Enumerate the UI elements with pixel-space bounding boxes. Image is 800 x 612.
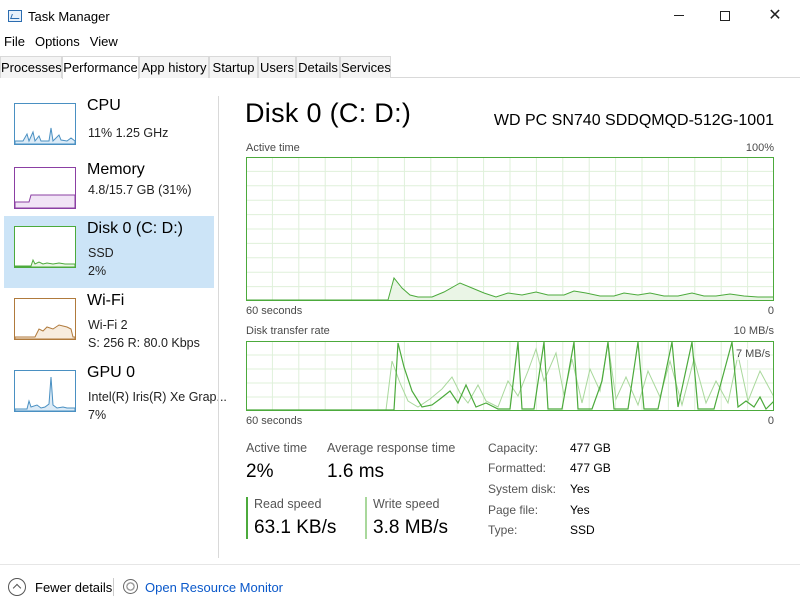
active-time-value: 2%	[246, 461, 274, 482]
fewer-details-button[interactable]: Fewer details	[35, 580, 112, 595]
page-file-label: Page file:	[488, 503, 539, 517]
transfer-rate-secondary-label: 7 MB/s	[736, 348, 771, 360]
read-speed-label: Read speed	[254, 497, 322, 511]
gpu-thumbnail-graph	[14, 370, 76, 412]
close-button[interactable]: ✕	[752, 0, 798, 32]
window-title: Task Manager	[28, 9, 110, 24]
resource-monitor-icon	[123, 579, 138, 594]
active-time-chart-time-label: 60 seconds	[246, 305, 303, 317]
menu-view[interactable]: View	[86, 34, 122, 49]
title-bar: Task Manager ✕	[0, 0, 800, 32]
transfer-rate-chart-min-label: 0	[767, 415, 774, 427]
menu-file[interactable]: File	[0, 34, 29, 49]
panel-divider	[218, 96, 219, 558]
sidebar-item-throughput: S: 256 R: 80.0 Kbps	[88, 336, 200, 350]
resource-sidebar: CPU 11% 1.25 GHz Memory 4.8/15.7 GB (31%…	[0, 88, 227, 558]
minimize-button[interactable]	[656, 0, 702, 32]
close-icon: ✕	[768, 7, 782, 24]
wifi-thumbnail-graph	[14, 298, 76, 340]
active-time-label: Active time	[246, 441, 308, 455]
formatted-value: 477 GB	[570, 461, 611, 475]
capacity-label: Capacity:	[488, 441, 539, 455]
active-time-chart-max-label: 100%	[745, 142, 774, 154]
transfer-rate-chart-label: Disk transfer rate	[246, 325, 330, 337]
response-time-label: Average response time	[327, 441, 456, 455]
transfer-rate-chart	[246, 341, 774, 411]
tab-users[interactable]: Users	[258, 56, 296, 78]
sidebar-item-cpu[interactable]: CPU 11% 1.25 GHz	[4, 93, 214, 165]
footer-separator	[113, 578, 114, 596]
chevron-up-icon[interactable]	[8, 578, 26, 596]
tab-performance[interactable]: Performance	[62, 56, 139, 79]
tab-bar: Processes Performance App history Startu…	[0, 56, 800, 79]
sidebar-item-title: Wi-Fi	[87, 292, 125, 309]
system-disk-value: Yes	[570, 482, 590, 496]
formatted-label: Formatted:	[488, 461, 547, 475]
transfer-rate-chart-time-label: 60 seconds	[246, 415, 303, 427]
sidebar-item-detail: 4.8/15.7 GB (31%)	[88, 183, 192, 197]
menu-options[interactable]: Options	[31, 34, 84, 49]
task-manager-icon	[8, 10, 22, 22]
write-speed-value: 3.8 MB/s	[373, 517, 448, 538]
cpu-thumbnail-graph	[14, 103, 76, 145]
tab-services[interactable]: Services	[340, 56, 391, 78]
tab-details[interactable]: Details	[296, 56, 340, 78]
sidebar-item-disk-0[interactable]: Disk 0 (C: D:) SSD 2%	[4, 216, 214, 288]
active-time-chart-min-label: 0	[767, 305, 774, 317]
memory-thumbnail-graph	[14, 167, 76, 209]
maximize-button[interactable]	[702, 0, 748, 32]
disk-model-name: WD PC SN740 SDDQMQD-512G-1001	[493, 112, 774, 129]
capacity-value: 477 GB	[570, 441, 611, 455]
read-speed-indicator	[246, 497, 248, 539]
write-speed-indicator	[365, 497, 367, 539]
transfer-rate-chart-max-label: 10 MB/s	[733, 325, 774, 337]
tab-processes[interactable]: Processes	[0, 56, 62, 78]
system-disk-label: System disk:	[488, 482, 557, 496]
type-label: Type:	[488, 523, 518, 537]
sidebar-item-title: Disk 0 (C: D:)	[87, 220, 183, 237]
active-time-chart-label: Active time	[246, 142, 300, 154]
page-file-value: Yes	[570, 503, 590, 517]
minimize-icon	[674, 15, 684, 17]
maximize-icon	[720, 10, 730, 21]
sidebar-item-adapter: Wi-Fi 2	[88, 318, 128, 332]
sidebar-item-gpu-0[interactable]: GPU 0 Intel(R) Iris(R) Xe Grap... 7%	[4, 360, 227, 432]
sidebar-item-title: CPU	[87, 97, 121, 114]
write-speed-label: Write speed	[373, 497, 440, 511]
sidebar-item-usage: 2%	[88, 264, 107, 278]
page-title: Disk 0 (C: D:)	[245, 98, 412, 128]
sidebar-item-type: SSD	[88, 246, 114, 260]
open-resource-monitor-link[interactable]: Open Resource Monitor	[145, 580, 283, 595]
tab-startup[interactable]: Startup	[209, 56, 258, 78]
active-time-chart	[246, 157, 774, 301]
sidebar-item-title: Memory	[87, 161, 145, 178]
read-speed-value: 63.1 KB/s	[254, 517, 337, 538]
sidebar-item-title: GPU 0	[87, 364, 136, 381]
sidebar-item-model: Intel(R) Iris(R) Xe Grap...	[88, 390, 227, 404]
sidebar-item-wifi[interactable]: Wi-Fi Wi-Fi 2 S: 256 R: 80.0 Kbps	[4, 288, 214, 360]
tab-app-history[interactable]: App history	[139, 56, 209, 78]
disk-thumbnail-graph	[14, 226, 76, 268]
sidebar-item-usage: 7%	[88, 408, 107, 422]
type-value: SSD	[570, 523, 595, 537]
footer-divider	[0, 564, 800, 565]
menu-bar: File Options View	[0, 33, 124, 53]
sidebar-item-detail: 11% 1.25 GHz	[88, 126, 169, 140]
response-time-value: 1.6 ms	[327, 461, 385, 482]
